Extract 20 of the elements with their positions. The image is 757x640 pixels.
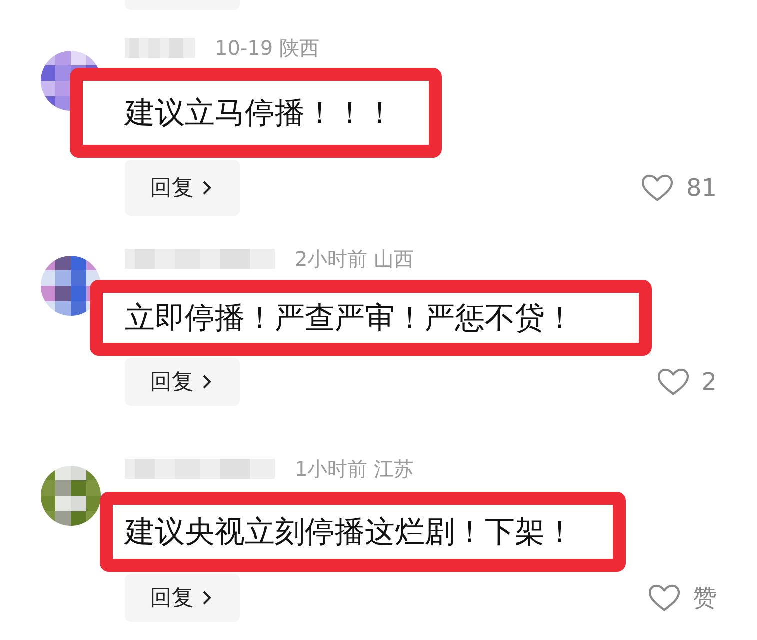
reply-button[interactable]: 回复 [125,160,240,216]
comment-text: 立即停播！严查严审！严惩不贷！ [90,280,652,356]
chevron-icon [202,374,212,390]
heart-icon[interactable] [656,368,690,396]
chevron-icon [202,590,212,606]
blurred-name [125,38,195,58]
reply-button[interactable]: 回复 [125,358,240,406]
comment-text: 建议央视立刻停播这烂剧！下架！ [100,492,626,572]
like-count: 81 [686,174,717,202]
heart-icon[interactable] [648,584,681,612]
comment-meta: 10-19 陕西 [215,34,320,62]
chevron-icon [202,180,212,196]
avatar [40,465,102,527]
comment-meta: 1小时前 江苏 [295,456,414,482]
comment-meta: 2小时前 山西 [295,246,414,272]
comment-text: 建议立马停播！！！ [70,68,442,158]
like-count: 赞 [693,583,717,614]
like-count: 2 [702,368,717,396]
heart-icon[interactable] [641,174,674,202]
reply-button[interactable]: 回复 [125,574,240,622]
